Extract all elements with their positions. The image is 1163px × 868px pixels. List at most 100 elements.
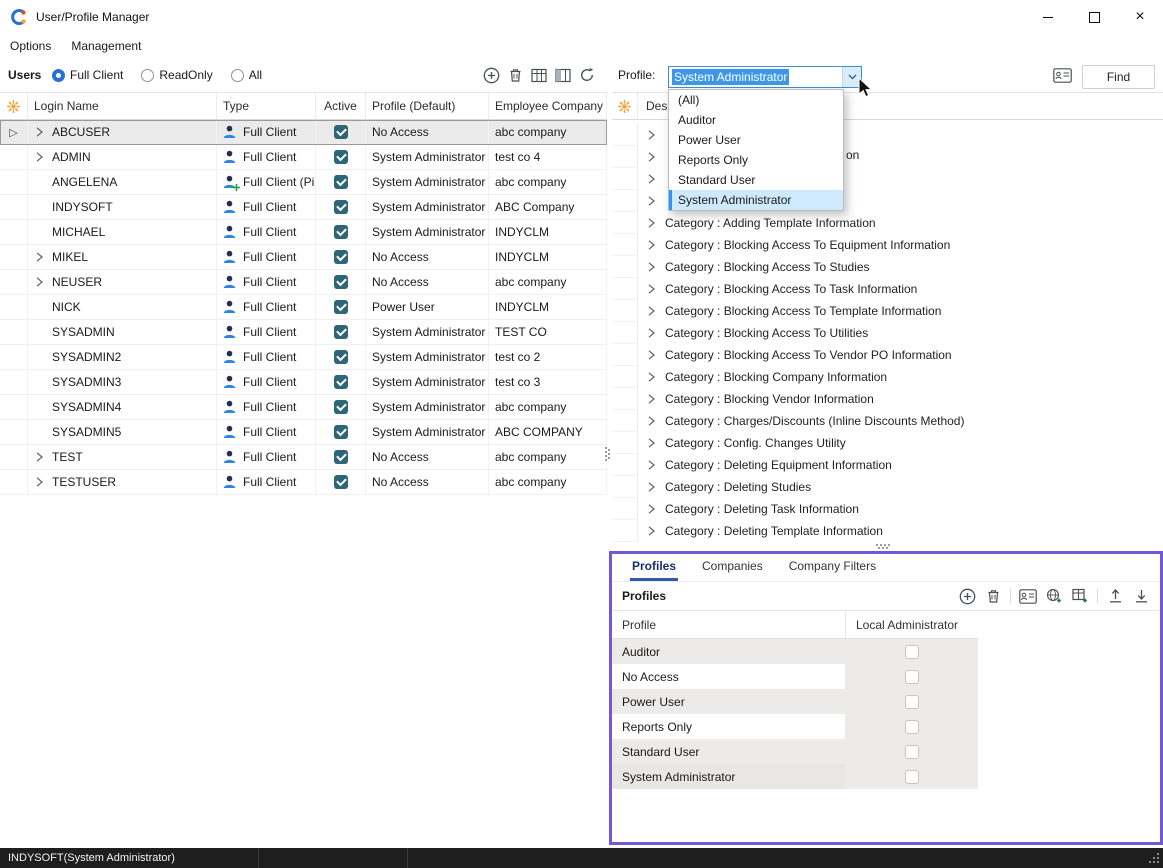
tree-row[interactable]: Category : Blocking Access To Utilities [612,322,1163,344]
profile-row[interactable]: Standard User [612,739,978,764]
expand-chevron-icon[interactable] [648,526,657,536]
expand-chevron-icon[interactable] [648,504,657,514]
login-name-cell[interactable]: MICHAEL [28,220,217,244]
expand-chevron-icon[interactable] [648,460,657,470]
refresh-button[interactable] [578,64,596,86]
tree-row[interactable]: Category : Blocking Access To Equipment … [612,234,1163,256]
maximize-button[interactable] [1071,0,1117,34]
user-filter-radio[interactable]: ReadOnly [141,68,212,82]
user-row[interactable]: ▷ SYSADMIN5 [0,420,607,445]
column-header-local-administrator[interactable]: Local Administrator [845,611,978,638]
user-row[interactable]: ▷ SYSADMIN [0,320,607,345]
column-header-profile[interactable]: Profile [612,611,845,638]
login-name-cell[interactable]: NEUSER [28,270,217,294]
login-name-cell[interactable]: MIKEL [28,245,217,269]
login-name-cell[interactable]: TESTUSER [28,470,217,494]
expand-chevron-icon[interactable] [648,350,657,360]
dropdown-item[interactable]: Standard User [669,170,843,190]
user-row[interactable]: ▷ ABCUSER [0,120,607,145]
tree-row[interactable]: Category : Blocking Access To Studies [612,256,1163,278]
active-checkbox[interactable] [334,450,348,464]
column-header-login-name[interactable]: Login Name [28,93,217,119]
login-name-cell[interactable]: SYSADMIN3 [28,370,217,394]
column-header-active[interactable]: Active [316,93,366,119]
user-row[interactable]: ▷ ADMIN [0,145,607,170]
user-filter-radio[interactable]: Full Client [52,68,123,82]
expand-chevron-icon[interactable] [648,328,657,338]
import-button[interactable] [1132,585,1150,607]
active-checkbox[interactable] [334,400,348,414]
customize-header-cell[interactable] [0,93,28,119]
dropdown-item[interactable]: Reports Only [669,150,843,170]
local-admin-checkbox[interactable] [905,695,919,709]
minimize-button[interactable] [1025,0,1071,34]
active-checkbox[interactable] [334,475,348,489]
local-admin-checkbox[interactable] [905,720,919,734]
user-row[interactable]: ▷ SYSADMIN4 [0,395,607,420]
active-checkbox[interactable] [334,300,348,314]
tree-customize-cell[interactable] [612,93,638,119]
user-row[interactable]: ▷ NEUSER [0,270,607,295]
user-row[interactable]: ▷ INDYSOFT [0,195,607,220]
tree-row[interactable]: Category : Charges/Discounts (Inline Dis… [612,410,1163,432]
expand-chevron-icon[interactable] [648,174,657,184]
expand-chevron-icon[interactable] [648,218,657,228]
expand-chevron-icon[interactable] [648,438,657,448]
expand-chevron-icon[interactable] [36,127,45,137]
expand-chevron-icon[interactable] [36,152,45,162]
tree-row[interactable]: Category : Deleting Studies [612,476,1163,498]
expand-chevron-icon[interactable] [36,252,45,262]
active-checkbox[interactable] [334,225,348,239]
grid-add-button[interactable] [1071,585,1089,607]
profile-row[interactable]: Power User [612,689,978,714]
user-filter-radio[interactable]: All [231,68,262,82]
active-checkbox[interactable] [334,125,348,139]
column-header-type[interactable]: Type [217,93,316,119]
globe-add-button[interactable] [1045,585,1063,607]
close-button[interactable]: × [1117,0,1163,34]
column-chooser-button[interactable] [554,64,572,86]
login-name-cell[interactable]: TEST [28,445,217,469]
add-profile-button[interactable] [958,585,976,607]
expand-chevron-icon[interactable] [648,394,657,404]
login-name-cell[interactable]: ABCUSER [28,120,217,144]
active-checkbox[interactable] [334,175,348,189]
active-checkbox[interactable] [334,325,348,339]
login-name-cell[interactable]: SYSADMIN2 [28,345,217,369]
local-admin-checkbox[interactable] [905,770,919,784]
active-checkbox[interactable] [334,425,348,439]
panel-tab[interactable]: Companies [700,554,765,581]
dropdown-item[interactable]: System Administrator [669,190,843,210]
tree-row[interactable]: Category : Adding Template Information [612,212,1163,234]
login-name-cell[interactable]: NICK [28,295,217,319]
panel-tab[interactable]: Profiles [630,554,678,581]
login-name-cell[interactable]: SYSADMIN [28,320,217,344]
login-name-cell[interactable]: SYSADMIN4 [28,395,217,419]
local-admin-checkbox[interactable] [905,670,919,684]
expand-chevron-icon[interactable] [648,262,657,272]
column-header-employee-company[interactable]: Employee Company [489,93,607,119]
tree-row[interactable]: Category : Deleting Task Information [612,498,1163,520]
tree-row[interactable]: Category : Blocking Access To Template I… [612,300,1163,322]
tree-row[interactable]: Category : Blocking Access To Task Infor… [612,278,1163,300]
combobox-dropdown-button[interactable] [842,67,861,87]
expand-chevron-icon[interactable] [648,482,657,492]
user-row[interactable]: ▷ TESTUSER [0,470,607,495]
login-name-cell[interactable]: INDYSOFT [28,195,217,219]
tree-row[interactable]: Category : Blocking Vendor Information [612,388,1163,410]
grid-view-button[interactable] [530,64,548,86]
expand-chevron-icon[interactable] [648,196,657,206]
tree-row[interactable]: Category : Config. Changes Utility [612,432,1163,454]
expand-chevron-icon[interactable] [648,416,657,426]
horizontal-splitter-grip[interactable] [876,544,878,546]
login-name-cell[interactable]: ADMIN [28,145,217,169]
expand-chevron-icon[interactable] [36,477,45,487]
profile-row[interactable]: No Access [612,664,978,689]
tree-row[interactable]: Category : Blocking Company Information [612,366,1163,388]
delete-user-button[interactable] [506,64,524,86]
active-checkbox[interactable] [334,250,348,264]
login-name-cell[interactable]: ANGELENA [28,170,217,194]
export-button[interactable] [1106,585,1124,607]
user-row[interactable]: ▷ SYSADMIN2 [0,345,607,370]
login-name-cell[interactable]: SYSADMIN5 [28,420,217,444]
